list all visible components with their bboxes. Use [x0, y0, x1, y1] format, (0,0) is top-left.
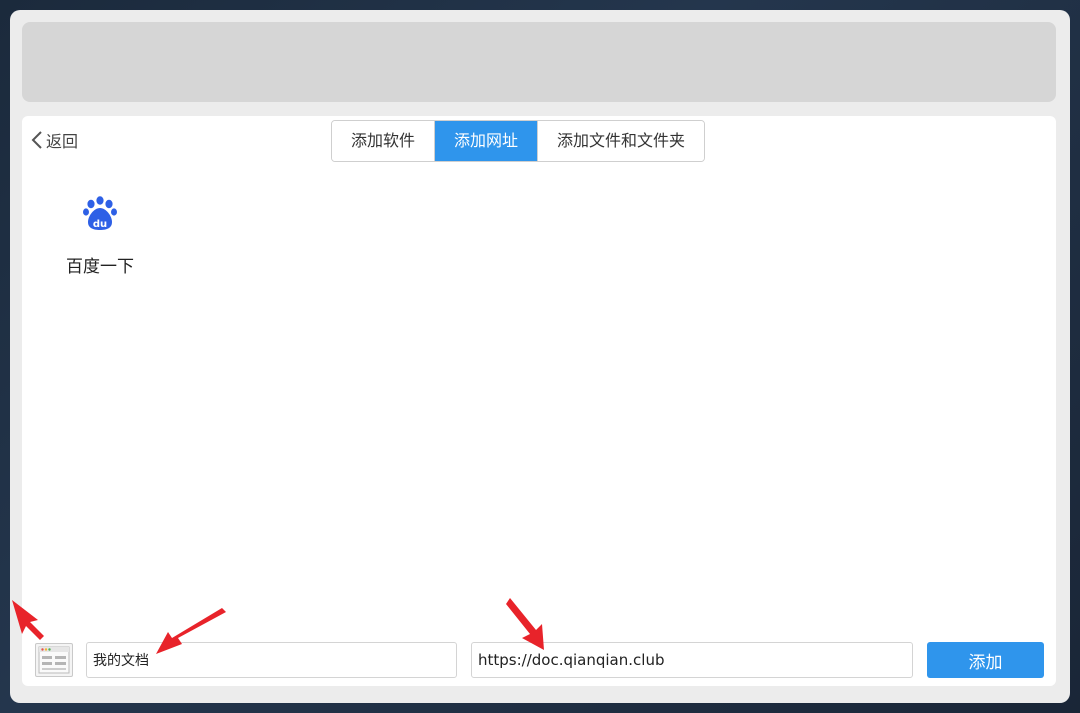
back-button[interactable]: 返回 — [30, 128, 78, 152]
tab-add-url[interactable]: 添加网址 — [435, 121, 539, 161]
choose-icon-button[interactable] — [35, 643, 73, 677]
back-label: 返回 — [46, 132, 79, 151]
baidu-paw-icon: du — [80, 194, 120, 234]
url-input[interactable] — [471, 642, 913, 678]
svg-text:du: du — [93, 219, 107, 230]
add-url-form: 添加 — [22, 630, 1056, 686]
tab-add-files-folders[interactable]: 添加文件和文件夹 — [538, 121, 705, 161]
tab-bar: 添加软件 添加网址 添加文件和文件夹 — [331, 120, 706, 162]
tab-add-software[interactable]: 添加软件 — [332, 121, 436, 161]
site-item-label: 百度一下 — [66, 257, 134, 277]
webpage-icon — [38, 646, 70, 674]
site-item-baidu[interactable]: du 百度一下 — [50, 194, 150, 277]
app-window: 返回 添加软件 添加网址 添加文件和文件夹 du 百度一下 我的文档 https… — [10, 10, 1070, 703]
top-banner — [22, 22, 1056, 102]
add-button[interactable]: 添加 — [927, 642, 1044, 678]
main-panel: 返回 添加软件 添加网址 添加文件和文件夹 du 百度一下 — [22, 116, 1056, 686]
name-input[interactable] — [86, 642, 457, 678]
chevron-left-icon — [31, 131, 42, 149]
